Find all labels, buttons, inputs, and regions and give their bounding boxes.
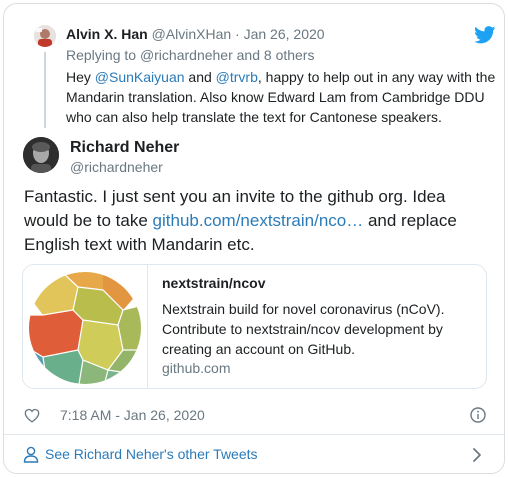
parent-author-name[interactable]: Alvin X. Han <box>66 26 148 42</box>
main-tweet-text: Fantastic. I just sent you an invite to … <box>24 185 494 257</box>
see-other-tweets-link[interactable]: See Richard Neher's other Tweets <box>4 435 504 473</box>
reply-to-prefix: Replying to <box>66 47 140 63</box>
parent-tweet-text: Hey @SunKaiyuan and @trvrb, happy to hel… <box>66 67 496 127</box>
link-preview-card[interactable]: nextstrain/ncov Nextstrain build for nov… <box>22 264 487 389</box>
parent-tweet[interactable]: Alvin X. Han @AlvinXHan · Jan 26, 2020 R… <box>4 4 504 134</box>
reply-to-suffix: and 8 others <box>232 47 315 63</box>
main-author-name[interactable]: Richard Neher <box>70 139 179 157</box>
mention-link[interactable]: @SunKaiyuan <box>95 69 185 85</box>
link-card-domain: github.com <box>162 360 231 376</box>
alvin-avatar-image <box>34 25 56 47</box>
github-link[interactable]: github.com/nextstrain/nco… <box>153 211 364 230</box>
link-card-description: Nextstrain build for novel coronavirus (… <box>162 301 445 357</box>
nextstrain-logo-image <box>29 272 141 384</box>
replying-to-line: Replying to @richardneher and 8 others <box>66 47 314 63</box>
person-icon <box>23 446 39 463</box>
heart-icon[interactable] <box>24 408 40 423</box>
chevron-right-icon <box>473 448 481 462</box>
main-author-handle[interactable]: @richardneher <box>70 159 163 175</box>
tweet-timestamp[interactable]: 7:18 AM - Jan 26, 2020 <box>60 407 205 423</box>
link-card-title: nextstrain/ncov <box>162 275 266 291</box>
mention-link[interactable]: @trvrb <box>216 69 258 85</box>
see-other-tweets-label[interactable]: See Richard Neher's other Tweets <box>45 446 258 462</box>
tweet-text-segment: and <box>184 69 216 85</box>
info-icon[interactable] <box>470 407 486 423</box>
thread-line <box>44 52 46 128</box>
reply-to-mention[interactable]: @richardneher <box>140 47 233 63</box>
parent-tweet-header: Alvin X. Han @AlvinXHan · Jan 26, 2020 <box>66 26 325 42</box>
tweet-text-segment: Hey <box>66 69 95 85</box>
link-preview-image <box>23 265 148 388</box>
avatar[interactable] <box>34 25 56 47</box>
parent-author-meta[interactable]: @AlvinXHan · Jan 26, 2020 <box>152 26 325 42</box>
richard-avatar-image <box>23 137 59 173</box>
embedded-tweet-card: Alvin X. Han @AlvinXHan · Jan 26, 2020 R… <box>3 3 505 474</box>
avatar[interactable] <box>23 137 59 173</box>
